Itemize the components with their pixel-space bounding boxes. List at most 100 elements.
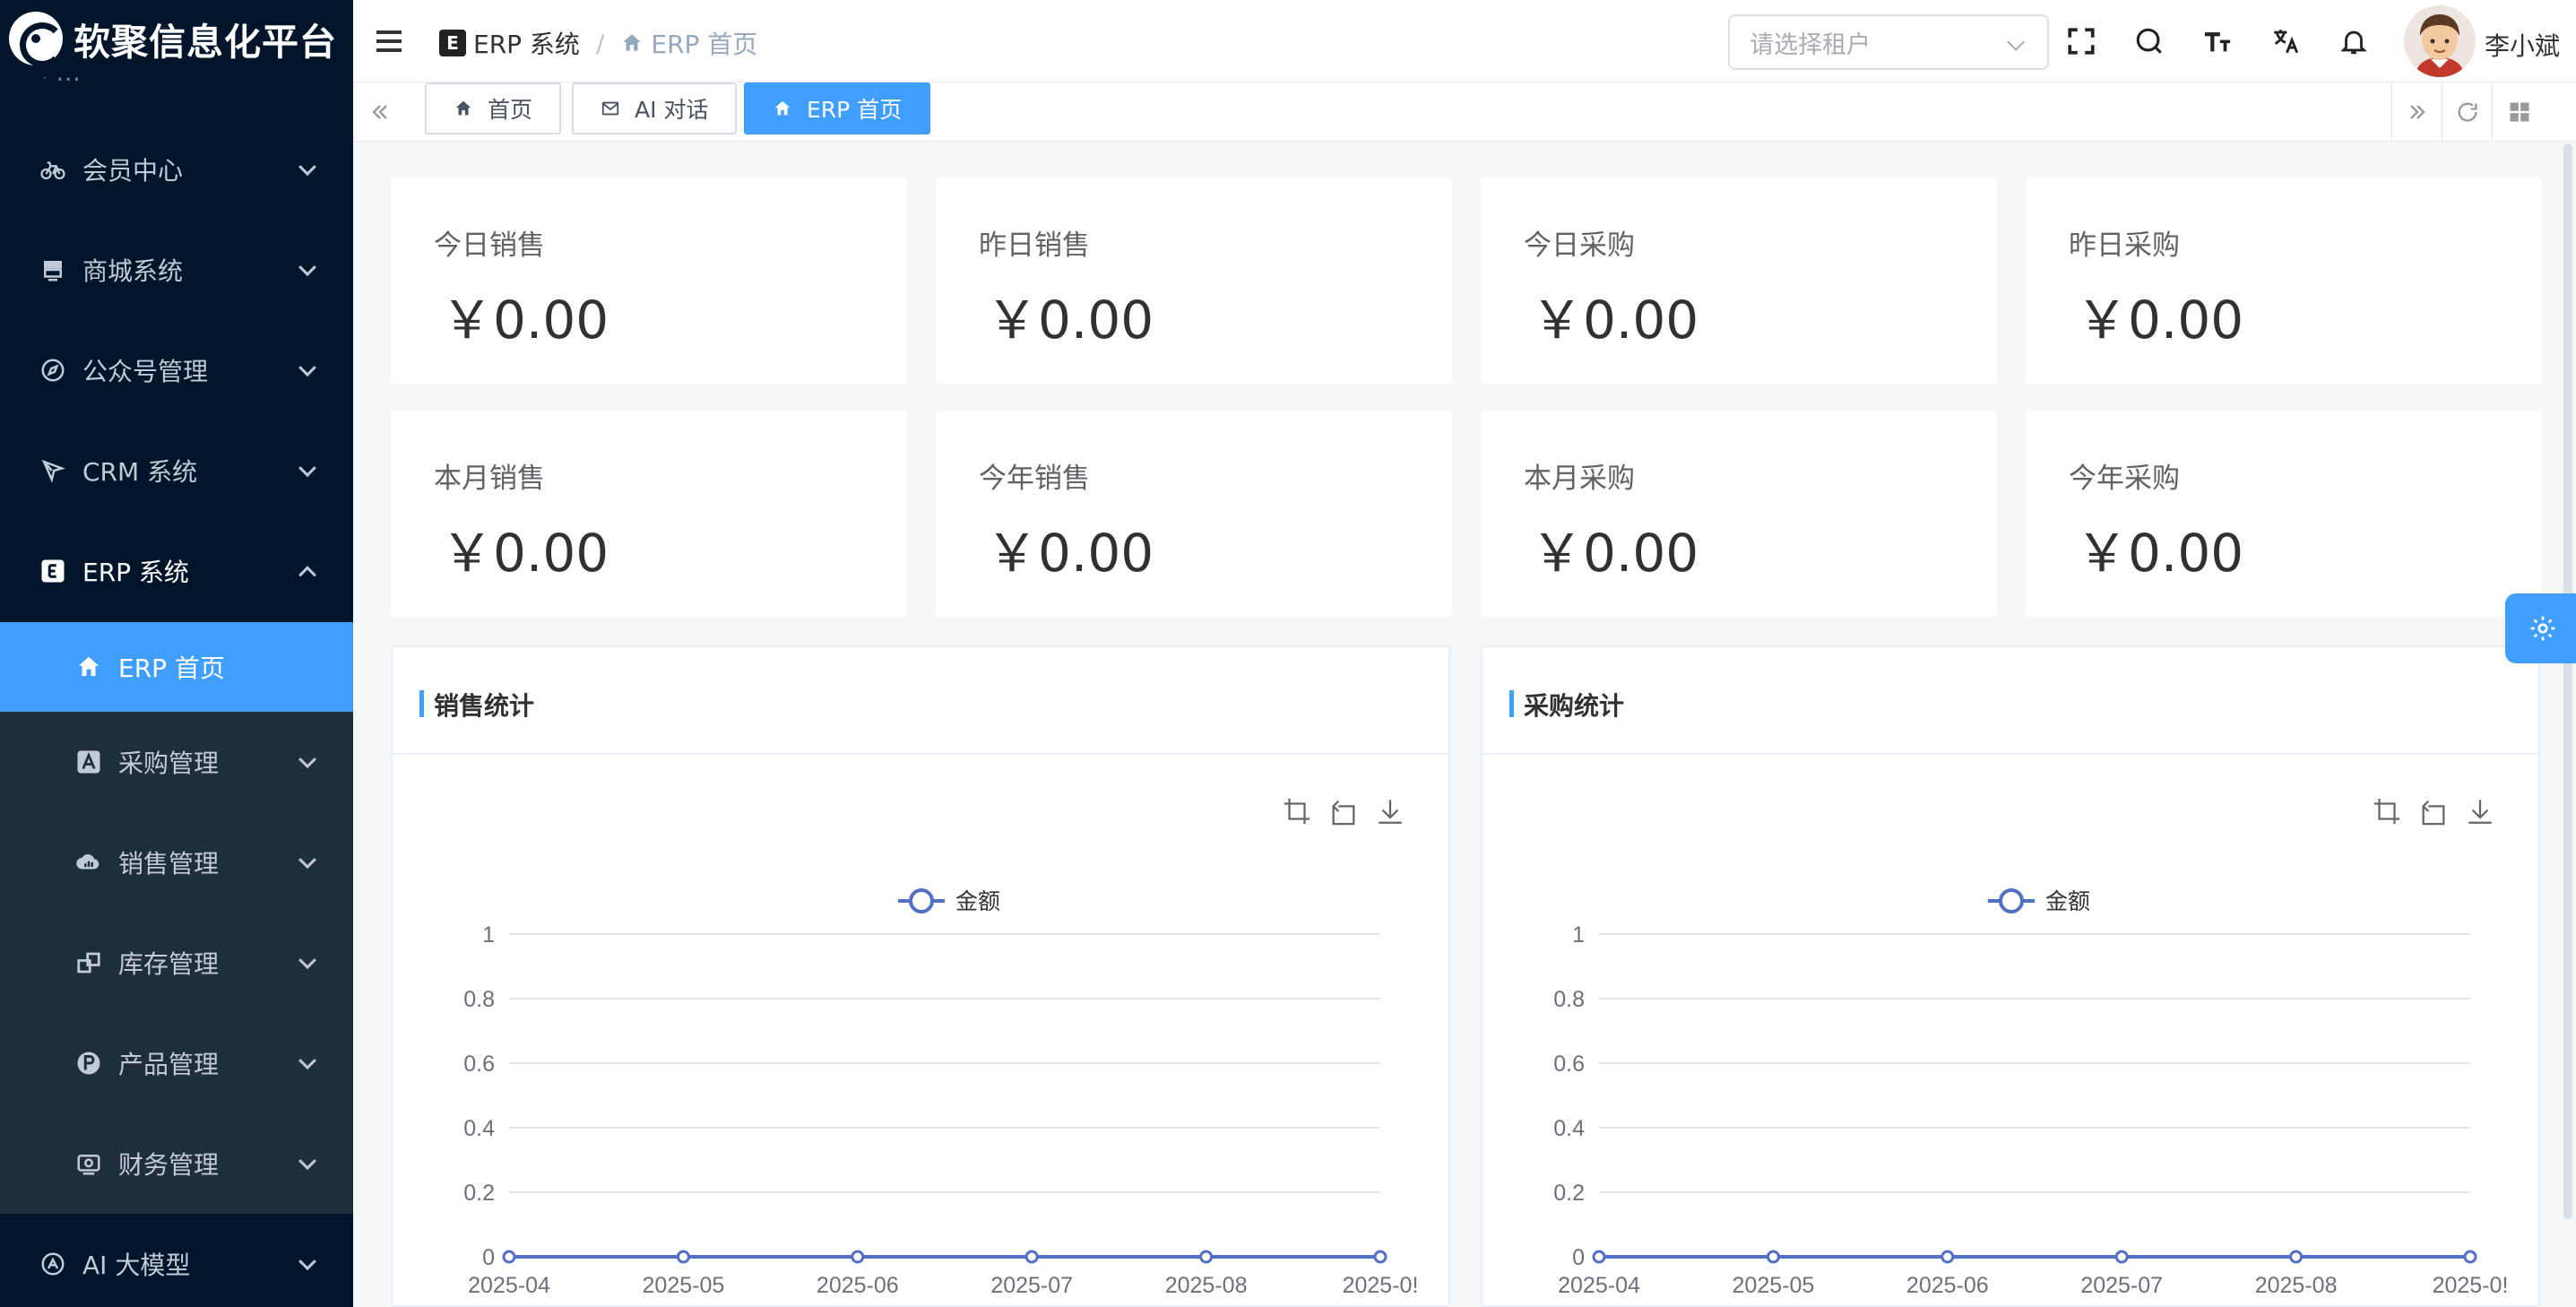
legend-label: 金额 <box>2045 889 2090 914</box>
stat-value: ￥0.00 <box>1531 290 1699 351</box>
sidebar-item-crm[interactable]: CRM 系统 <box>0 420 353 521</box>
x-tick-label: 2025-05 <box>643 1273 725 1298</box>
shop-icon <box>38 255 68 285</box>
sidebar-item-inventory[interactable]: 库存管理 <box>0 913 353 1013</box>
sidebar-item-label: 库存管理 <box>118 949 220 979</box>
sidebar-item-erp[interactable]: ERP 系统 <box>0 521 353 621</box>
stat-card-month-purchase: 本月采购 ￥0.00 <box>1481 411 1997 617</box>
erp-icon: E <box>439 30 466 56</box>
fullscreen-icon[interactable] <box>2065 25 2097 57</box>
stat-title: 昨日采购 <box>2069 229 2180 262</box>
stat-card-today-purchase: 今日采购 ￥0.00 <box>1481 177 1997 384</box>
sidebar-item-label: ERP 系统 <box>82 558 189 587</box>
chevron-down-icon <box>298 1252 316 1271</box>
avatar[interactable] <box>2404 5 2476 77</box>
y-tick-label: 0 <box>482 1245 495 1270</box>
y-tick-label: 0 <box>1572 1245 1585 1270</box>
sales-line-chart[interactable]: 0 0.2 0.4 0.6 0.8 1 2025-04 2025-05 2025-06 2025-… <box>393 757 1450 1307</box>
grid-menu-icon[interactable] <box>2492 82 2546 142</box>
sidebar-item-label: 公众号管理 <box>82 357 209 386</box>
hamburger-icon[interactable] <box>376 30 402 52</box>
tag-home[interactable]: 首页 <box>425 82 562 134</box>
chevron-down-icon <box>298 1152 316 1171</box>
data-point <box>2289 1250 2304 1264</box>
compass-icon <box>38 355 68 385</box>
x-tick-label: 2025-0! <box>1343 1273 1419 1298</box>
sidebar-item-sales[interactable]: 销售管理 <box>0 812 353 913</box>
tag-label: 首页 <box>488 97 533 123</box>
scroll-left-icon[interactable] <box>353 82 407 142</box>
logo-icon <box>9 12 65 67</box>
breadcrumb-parent[interactable]: ERP 系统 <box>473 25 580 61</box>
scroll-right-icon[interactable] <box>2391 82 2442 142</box>
chevron-down-icon <box>298 459 316 478</box>
data-point <box>851 1250 865 1264</box>
vertical-scrollbar[interactable] <box>2563 143 2572 1219</box>
stat-value: ￥0.00 <box>1531 523 1699 584</box>
y-tick-label: 0.2 <box>463 1181 495 1206</box>
app-title: 软聚信息化平台 <box>73 21 337 64</box>
breadcrumb-current: ERP 首页 <box>620 25 757 61</box>
sidebar-item-ai-model[interactable]: AI 大模型 <box>0 1214 353 1307</box>
refresh-icon[interactable] <box>2442 82 2492 142</box>
sidebar: ‹ … 软聚信息化平台 会员中心 商城系统 公众号管理 CRM 系统 <box>0 0 353 1307</box>
home-icon <box>623 34 642 51</box>
chevron-down-icon <box>298 1052 316 1070</box>
data-point <box>2114 1250 2129 1264</box>
settings-button[interactable] <box>2505 593 2576 663</box>
stat-value: ￥0.00 <box>2076 523 2244 584</box>
sidebar-item-label: 销售管理 <box>118 849 220 879</box>
bell-icon[interactable] <box>2338 25 2370 57</box>
purchase-chart-card: 采购统计 0 0.2 0.4 0.6 0.8 1 2025-04 2025-05 2025-06… <box>1481 645 2540 1307</box>
stat-value: ￥0.00 <box>986 523 1154 584</box>
tags-view: 首页 AI 对话 ERP 首页 <box>353 82 2576 142</box>
sidebar-item-erp-home[interactable]: ERP 首页 <box>0 622 353 712</box>
stat-title: 本月销售 <box>434 463 545 495</box>
font-size-icon[interactable] <box>2201 25 2234 57</box>
y-tick-label: 0.4 <box>463 1116 495 1141</box>
chevron-down-icon <box>298 851 316 870</box>
stat-title: 今年销售 <box>979 463 1090 495</box>
tag-label: AI 对话 <box>635 97 709 123</box>
sidebar-item-product[interactable]: 产品管理 <box>0 1013 353 1113</box>
stat-card-yesterday-purchase: 昨日采购 ￥0.00 <box>2026 177 2542 384</box>
chart-header: 采购统计 <box>1482 647 2538 755</box>
data-point <box>676 1250 690 1264</box>
sidebar-item-mall[interactable]: 商城系统 <box>0 220 353 320</box>
chart-title: 采购统计 <box>1524 691 1625 721</box>
x-tick-label: 2025-04 <box>1558 1273 1640 1298</box>
sidebar-item-wechat-mp[interactable]: 公众号管理 <box>0 320 353 420</box>
title-accent-bar <box>1509 690 1514 717</box>
ai-icon <box>38 1249 68 1279</box>
stat-card-year-purchase: 今年采购 ￥0.00 <box>2026 411 2542 617</box>
finance-icon <box>73 1148 104 1179</box>
chevron-down-icon <box>2007 33 2025 51</box>
chart-title: 销售统计 <box>434 691 535 721</box>
x-tick-label: 2025-04 <box>468 1273 550 1298</box>
sidebar-item-label: 会员中心 <box>82 156 184 186</box>
x-tick-label: 2025-0! <box>2433 1273 2509 1298</box>
sidebar-item-member-center[interactable]: 会员中心 <box>0 119 353 220</box>
data-point <box>2463 1250 2477 1264</box>
tenant-select[interactable]: 请选择租户 <box>1728 14 2049 70</box>
sidebar-item-purchase[interactable]: 采购管理 <box>0 712 353 812</box>
purchase-line-chart[interactable]: 0 0.2 0.4 0.6 0.8 1 2025-04 2025-05 2025-06 2025-… <box>1482 757 2540 1307</box>
erp-icon <box>38 556 68 586</box>
sidebar-item-label: 产品管理 <box>118 1050 220 1079</box>
inventory-icon <box>73 948 104 978</box>
data-point <box>1373 1250 1387 1264</box>
stat-title: 今年采购 <box>2069 463 2180 495</box>
x-tick-label: 2025-08 <box>2255 1273 2338 1298</box>
chevron-down-icon <box>298 258 316 277</box>
stat-card-yesterday-sales: 昨日销售 ￥0.00 <box>936 177 1452 384</box>
tag-erp-home[interactable]: ERP 首页 <box>744 82 931 134</box>
sidebar-item-finance[interactable]: 财务管理 <box>0 1113 353 1214</box>
translate-icon[interactable] <box>2269 25 2302 57</box>
search-icon[interactable] <box>2133 25 2165 57</box>
stat-title: 本月采购 <box>1524 463 1635 495</box>
username[interactable]: 李小斌 <box>2485 27 2560 63</box>
legend-marker <box>1999 888 2024 913</box>
x-tick-label: 2025-08 <box>1165 1273 1248 1298</box>
tag-ai-chat[interactable]: AI 对话 <box>572 82 738 134</box>
app-logo[interactable]: 软聚信息化平台 <box>0 0 353 77</box>
